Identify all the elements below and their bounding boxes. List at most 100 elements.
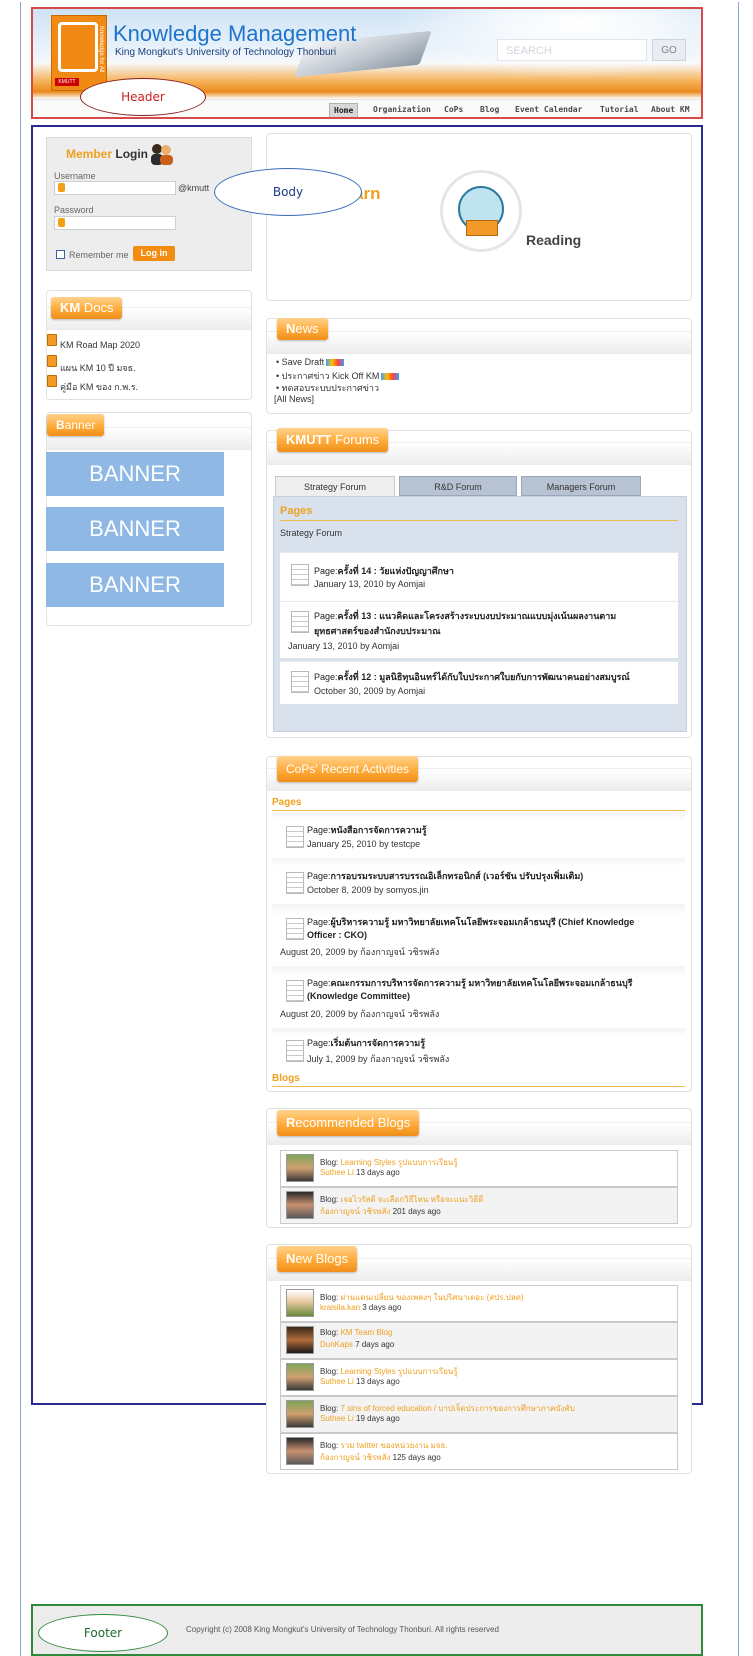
banner-ad[interactable]: BANNER: [46, 507, 224, 551]
page-icon: [286, 918, 304, 940]
site-subtitle: King Mongkut's University of Technology …: [115, 47, 337, 58]
lock-icon: [58, 218, 65, 227]
nav-event-calendar[interactable]: Event Calendar: [511, 103, 586, 117]
divider: [272, 810, 685, 811]
copyright-text: Copyright (c) 2008 King Mongkut's Univer…: [186, 1625, 499, 1634]
nav-home[interactable]: Home: [329, 103, 359, 117]
blogger-avatar[interactable]: [286, 1154, 314, 1182]
page-icon: [286, 872, 304, 894]
banner-ad[interactable]: BANNER: [46, 563, 224, 607]
divider: [280, 520, 678, 521]
search-go-button[interactable]: GO: [652, 39, 686, 61]
forum-post-meta: October 30, 2009 by Aomjai: [314, 686, 426, 696]
username-label: Username: [54, 171, 96, 181]
logo-vertical-text: Knowledge for All: [98, 26, 104, 73]
blogger-avatar[interactable]: [286, 1289, 314, 1317]
cops-post-title[interactable]: Page:เริ่มต้นการจัดการความรู้: [307, 1036, 425, 1050]
banner-ad[interactable]: BANNER: [46, 452, 224, 496]
login-title-part2: Login: [115, 147, 149, 161]
forum-post-title[interactable]: Page:ครั้งที่ 13 : แนวคิดและโครงสร้างระบ…: [314, 609, 616, 623]
nav-about-km[interactable]: About KM: [647, 103, 694, 117]
search-input[interactable]: SEARCH: [497, 39, 647, 61]
member-login-title: Member Login: [66, 147, 148, 161]
cops-post-title-cont[interactable]: Officer : CKO): [307, 930, 367, 940]
document-icon: [47, 375, 57, 387]
blog-author-line[interactable]: kraisila.kan 3 days ago: [320, 1303, 401, 1312]
forum-post-title[interactable]: Page:ครั้งที่ 14 : วัยแห่งปัญญาศึกษา: [314, 564, 454, 578]
km-doc-link[interactable]: แผน KM 10 ปี มจธ.: [60, 361, 136, 375]
cops-post-title[interactable]: Page:การอบรมระบบสารบรรณอิเล็กทรอนิกส์ (เ…: [307, 869, 583, 883]
forum-post-title-cont[interactable]: ยุทธศาสตร์ของสำนักงบประมาณ: [314, 624, 441, 638]
news-item[interactable]: • Save Draft: [276, 357, 345, 367]
blogger-avatar[interactable]: [286, 1400, 314, 1428]
new-blogs-heading: New Blogs: [277, 1246, 358, 1272]
cops-post-title-cont[interactable]: (Knowledge Committee): [307, 991, 410, 1001]
password-field[interactable]: [54, 216, 176, 230]
blogger-avatar[interactable]: [286, 1363, 314, 1391]
password-label: Password: [54, 205, 94, 215]
blog-author-line[interactable]: ก้องกาญจน์ วชิรพลัง 201 days ago: [320, 1205, 441, 1218]
forum-post-meta: January 13, 2010 by Aomjai: [314, 579, 426, 589]
blog-author-line[interactable]: Suthee Li 13 days ago: [320, 1377, 400, 1386]
blog-author-line[interactable]: Suthee Li 19 days ago: [320, 1414, 400, 1423]
page-icon: [291, 564, 309, 586]
km-docs-heading: KM Docs: [51, 297, 123, 319]
nav-cops[interactable]: CoPs: [440, 103, 467, 117]
cops-blogs-heading: Blogs: [272, 1073, 300, 1084]
login-button[interactable]: Log in: [133, 246, 175, 261]
document-icon: [47, 355, 57, 367]
cops-post-meta: October 8, 2009 by somyos.jin: [307, 885, 429, 895]
blog-title-line[interactable]: Blog: KM Team Blog: [320, 1328, 392, 1337]
nav-organization[interactable]: Organization: [369, 103, 435, 117]
recommended-blogs-heading: Recommended Blogs: [277, 1110, 420, 1136]
all-news-link[interactable]: [All News]: [274, 394, 314, 404]
page-icon: [286, 1040, 304, 1062]
blogger-avatar[interactable]: [286, 1191, 314, 1219]
cops-post-title[interactable]: Page:คณะกรรมการบริหารจัดการความรู้ มหาวิ…: [307, 976, 633, 990]
document-icon: [47, 334, 57, 346]
username-suffix: @kmutt: [178, 183, 210, 193]
divider: [272, 1086, 685, 1087]
forum-pages-heading: Pages: [280, 505, 313, 517]
book-icon: [466, 220, 498, 236]
nav-blog[interactable]: Blog: [476, 103, 503, 117]
cops-post-title[interactable]: Page:หนังสือการจัดการความรู้: [307, 823, 427, 837]
body-callout: Body: [214, 168, 362, 216]
news-item[interactable]: • ทดสอบระบบประกาศข่าว: [276, 381, 379, 395]
page-frame-right: [738, 2, 739, 1656]
remember-me-checkbox[interactable]: [56, 250, 65, 259]
new-badge-icon: [326, 359, 345, 367]
logo-tag: KMUTT: [55, 78, 79, 86]
cops-post-meta: January 25, 2010 by testcpe: [307, 839, 421, 849]
members-icon: [151, 144, 173, 165]
news-heading: News: [277, 318, 328, 340]
news-strip: [267, 331, 691, 354]
new-badge-icon: [381, 373, 400, 381]
cops-post-meta: July 1, 2009 by ก้องกาญจน์ วชิรพลัง: [307, 1054, 450, 1064]
page-icon: [291, 671, 309, 693]
page-icon: [286, 826, 304, 848]
tab-rd-forum[interactable]: R&D Forum: [399, 476, 517, 496]
logo-emblem-icon: [58, 22, 98, 72]
blogger-avatar[interactable]: [286, 1437, 314, 1465]
banner-heading: Banner: [47, 414, 105, 436]
username-field[interactable]: [54, 181, 176, 195]
page-icon: [291, 611, 309, 633]
footer-callout: Footer: [38, 1614, 168, 1652]
cops-post-meta: August 20, 2009 by ก้องกาญจน์ วชิรพลัง: [280, 1009, 440, 1019]
forum-post-meta: January 13, 2010 by Aomjai: [288, 641, 400, 651]
blog-author-line[interactable]: DunKaps 7 days ago: [320, 1340, 394, 1349]
blogger-avatar[interactable]: [286, 1326, 314, 1354]
nav-tutorial[interactable]: Tutorial: [596, 103, 643, 117]
km-doc-link[interactable]: KM Road Map 2020: [60, 340, 140, 350]
blog-author-line[interactable]: Suthee Li 13 days ago: [320, 1168, 400, 1177]
page-icon: [286, 980, 304, 1002]
reading-label: Reading: [526, 232, 582, 248]
tab-managers-forum[interactable]: Managers Forum: [521, 476, 641, 496]
tab-strategy-forum[interactable]: Strategy Forum: [275, 476, 395, 496]
forum-post-title[interactable]: Page:ครั้งที่ 12 : มูลนิธิทุนอินทร์ได้กั…: [314, 670, 630, 684]
cops-post-title[interactable]: Page:ผู้บริหารความรู้ มหาวิทยาลัยเทคโนโล…: [307, 915, 634, 929]
kmutt-logo[interactable]: Knowledge for All KMUTT: [51, 15, 107, 91]
km-doc-link[interactable]: คู่มือ KM ของ ก.พ.ร.: [60, 380, 138, 394]
blog-author-line[interactable]: ก้องกาญจน์ วชิรพลัง 125 days ago: [320, 1451, 441, 1464]
